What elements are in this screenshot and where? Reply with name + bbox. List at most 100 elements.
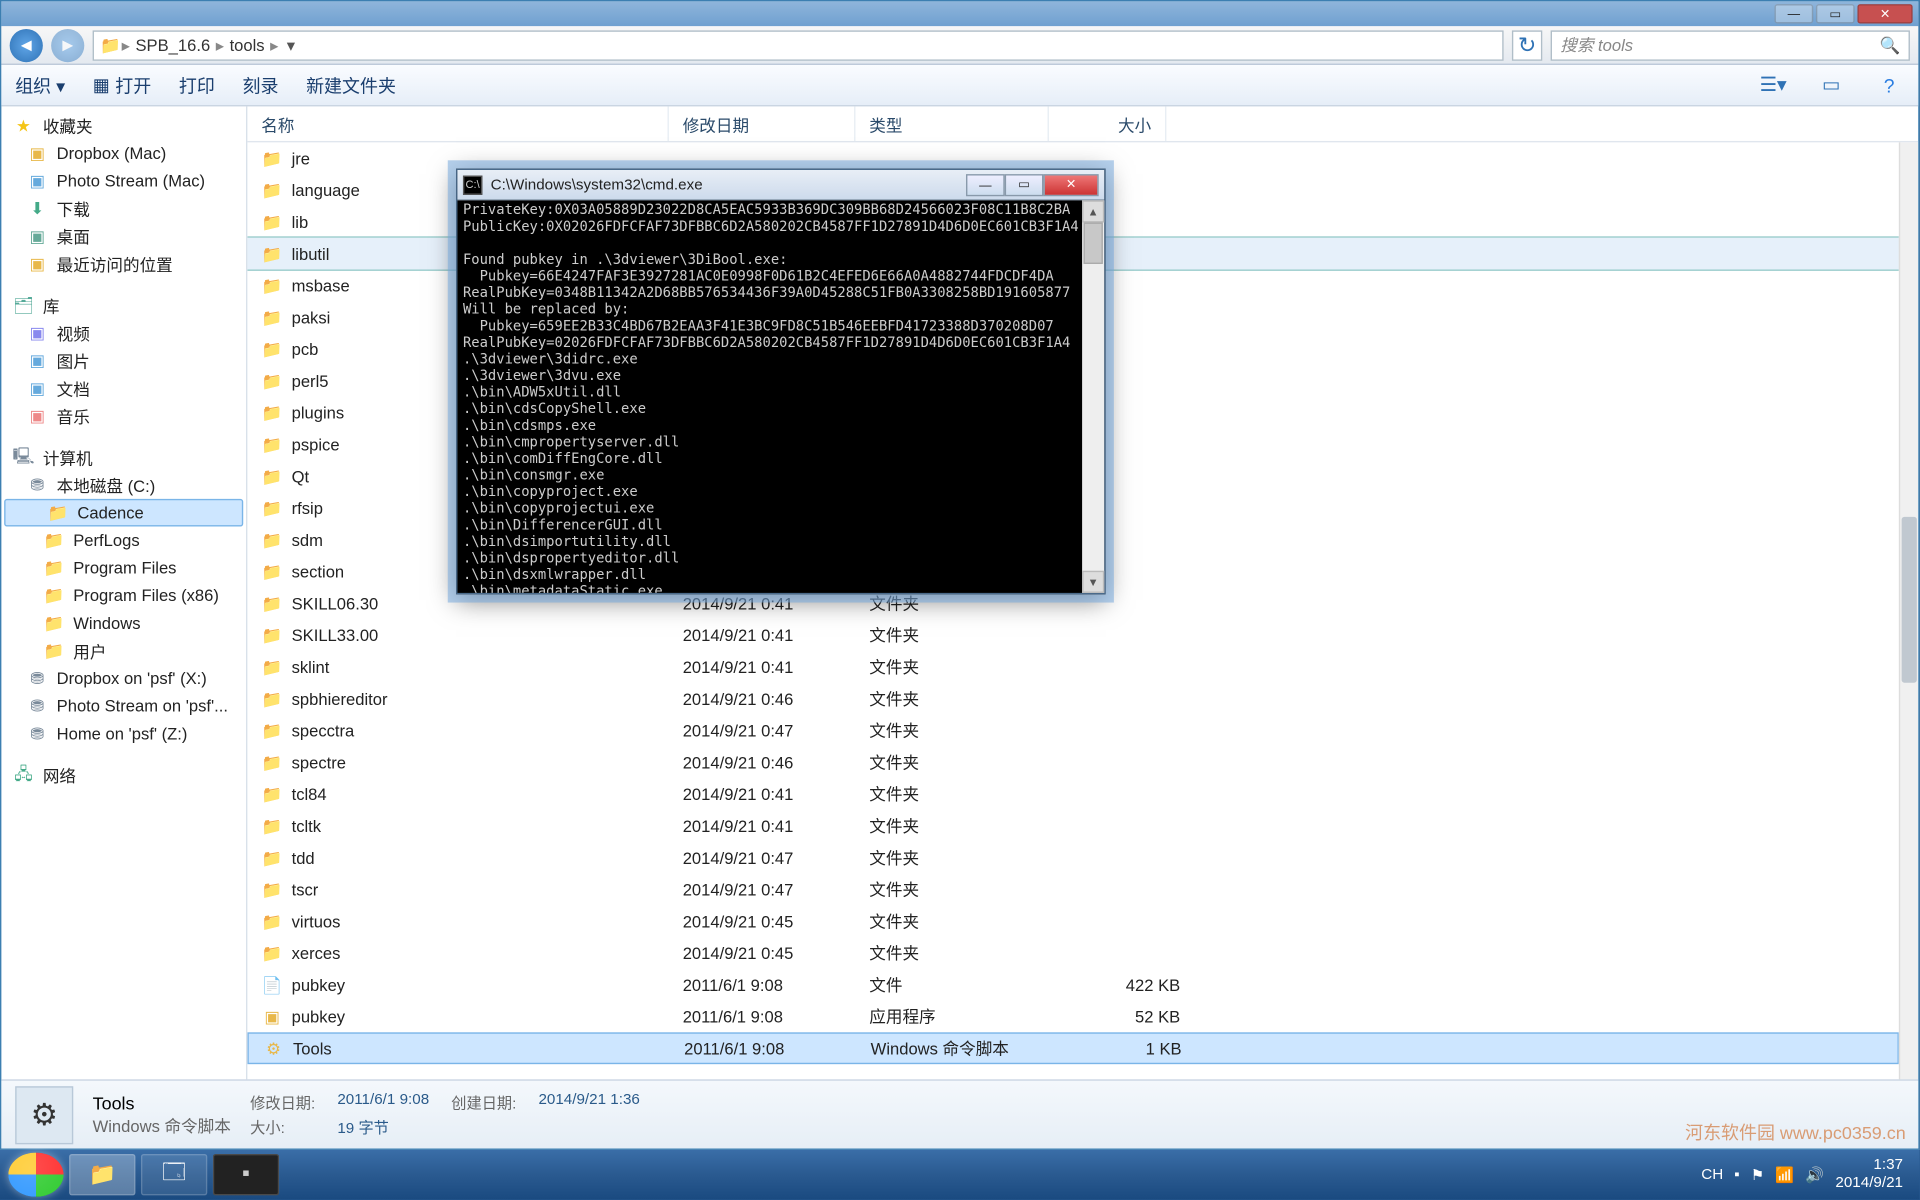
scroll-thumb[interactable]: [1083, 223, 1102, 264]
sidebar-item[interactable]: ▣视频: [1, 319, 246, 347]
file-row[interactable]: 📁spectre2014/9/21 0:46文件夹: [247, 746, 1898, 778]
sidebar-computer[interactable]: 🖳计算机: [1, 444, 246, 472]
print-button[interactable]: 打印: [179, 72, 215, 98]
taskbar-app[interactable]: 🗔: [141, 1154, 207, 1195]
desktop-icon: ▣: [26, 225, 48, 247]
sidebar-item[interactable]: ▣Photo Stream (Mac): [1, 167, 246, 195]
cmd-titlebar[interactable]: C:\ C:\Windows\system32\cmd.exe — ▭ ✕: [457, 170, 1104, 200]
organize-button[interactable]: 组织 ▾: [15, 72, 65, 98]
col-size[interactable]: 大小: [1049, 106, 1166, 141]
file-size: 422 KB: [1063, 975, 1180, 994]
tray-clock[interactable]: 1:372014/9/21: [1835, 1157, 1903, 1193]
tray-network-icon[interactable]: 📶: [1775, 1166, 1794, 1184]
file-row[interactable]: 📁spbhiereditor2014/9/21 0:46文件夹: [247, 683, 1898, 715]
file-row[interactable]: ⚙Tools2011/6/1 9:08Windows 命令脚本1 KB: [247, 1032, 1898, 1064]
sidebar-item[interactable]: 📁Program Files (x86): [1, 582, 246, 610]
cmd-scrollbar[interactable]: ▲ ▼: [1082, 200, 1104, 592]
maximize-button[interactable]: ▭: [1816, 4, 1855, 23]
tray-volume-icon[interactable]: 🔊: [1805, 1166, 1824, 1184]
file-icon: 📁: [261, 942, 283, 964]
scrollbar[interactable]: [1899, 142, 1918, 1079]
sidebar-item[interactable]: ⛃Dropbox on 'psf' (X:): [1, 665, 246, 693]
scroll-thumb[interactable]: [1902, 517, 1917, 683]
file-row[interactable]: 📁sklint2014/9/21 0:41文件夹: [247, 651, 1898, 683]
file-icon: 📁: [261, 401, 283, 423]
sidebar-item[interactable]: 📁用户: [1, 637, 246, 665]
col-name[interactable]: 名称: [247, 106, 669, 141]
sidebar-favorites[interactable]: ★收藏夹: [1, 112, 246, 140]
file-date: 2011/6/1 9:08: [683, 975, 870, 994]
preview-pane-button[interactable]: ▭: [1816, 70, 1846, 100]
sidebar-item[interactable]: ▣文档: [1, 375, 246, 403]
tray-action-center-icon[interactable]: ⚑: [1751, 1166, 1765, 1184]
scroll-down-icon[interactable]: ▼: [1082, 571, 1104, 593]
toolbar: 组织 ▾ ▦打开 打印 刻录 新建文件夹 ☰▾ ▭ ?: [1, 65, 1918, 106]
cmd-close-button[interactable]: ✕: [1043, 173, 1098, 195]
scroll-up-icon[interactable]: ▲: [1082, 200, 1104, 222]
back-button[interactable]: ◄: [10, 28, 43, 61]
new-folder-button[interactable]: 新建文件夹: [306, 72, 396, 98]
sidebar-item-drive-c[interactable]: ⛃本地磁盘 (C:): [1, 471, 246, 499]
file-date: 2014/9/21 0:46: [683, 752, 870, 771]
file-icon: 📁: [261, 433, 283, 455]
tray-flag-icon[interactable]: ▪: [1734, 1166, 1739, 1183]
sidebar-item[interactable]: ⛃Home on 'psf' (Z:): [1, 720, 246, 748]
taskbar-cmd[interactable]: ▪: [213, 1154, 279, 1195]
sidebar-libraries[interactable]: 🗂库: [1, 292, 246, 320]
file-row[interactable]: 📁tcl842014/9/21 0:41文件夹: [247, 778, 1898, 810]
help-button[interactable]: ?: [1874, 70, 1904, 100]
network-icon: 🖧: [12, 764, 34, 786]
taskbar-explorer[interactable]: 📁: [69, 1154, 135, 1195]
file-row[interactable]: 📁tcltk2014/9/21 0:41文件夹: [247, 810, 1898, 842]
file-icon: 📁: [261, 783, 283, 805]
file-icon: 📁: [261, 370, 283, 392]
col-date[interactable]: 修改日期: [669, 106, 856, 141]
sidebar-item[interactable]: ▣最近访问的位置: [1, 250, 246, 278]
tray-ime[interactable]: CH: [1701, 1166, 1723, 1183]
sidebar-item[interactable]: ▣图片: [1, 347, 246, 375]
file-row[interactable]: 📁xerces2014/9/21 0:45文件夹: [247, 937, 1898, 969]
file-name: tcltk: [292, 816, 321, 835]
file-row[interactable]: 📁tscr2014/9/21 0:47文件夹: [247, 873, 1898, 905]
cmd-maximize-button[interactable]: ▭: [1005, 173, 1044, 195]
file-icon: 📁: [261, 815, 283, 837]
close-button[interactable]: ✕: [1857, 4, 1912, 23]
sidebar-item[interactable]: 📁Windows: [1, 609, 246, 637]
forward-button[interactable]: ►: [51, 28, 84, 61]
system-tray: CH ▪ ⚑ 📶 🔊 1:372014/9/21: [1701, 1157, 1911, 1193]
file-row[interactable]: 📁virtuos2014/9/21 0:45文件夹: [247, 905, 1898, 937]
sidebar-item[interactable]: ⬇下载: [1, 195, 246, 223]
view-mode-button[interactable]: ☰▾: [1758, 70, 1788, 100]
folder-icon: 📁: [43, 640, 65, 662]
file-date: 2011/6/1 9:08: [683, 1007, 870, 1026]
start-button[interactable]: [8, 1153, 63, 1197]
file-row[interactable]: 📁SKILL33.002014/9/21 0:41文件夹: [247, 619, 1898, 651]
sidebar-item[interactable]: ▣桌面: [1, 223, 246, 251]
sidebar-item[interactable]: ▣音乐: [1, 402, 246, 430]
sidebar-item[interactable]: 📁PerfLogs: [1, 527, 246, 555]
file-name: Qt: [292, 466, 310, 485]
address-bar[interactable]: 📁 ▸ SPB_16.6 ▸ tools ▸ ▾: [93, 30, 1504, 60]
file-row[interactable]: ▣pubkey2011/6/1 9:08应用程序52 KB: [247, 1001, 1898, 1033]
file-row[interactable]: 📁tdd2014/9/21 0:47文件夹: [247, 842, 1898, 874]
burn-button[interactable]: 刻录: [242, 72, 278, 98]
col-type[interactable]: 类型: [855, 106, 1048, 141]
cmd-minimize-button[interactable]: —: [966, 173, 1005, 195]
minimize-button[interactable]: —: [1774, 4, 1813, 23]
address-dropdown[interactable]: ▾: [278, 35, 303, 54]
refresh-button[interactable]: ↻: [1512, 30, 1542, 60]
sidebar-network[interactable]: 🖧网络: [1, 761, 246, 789]
titlebar: — ▭ ✕: [1, 1, 1918, 26]
file-row[interactable]: 📄pubkey2011/6/1 9:08文件422 KB: [247, 969, 1898, 1001]
file-name: pspice: [292, 435, 340, 454]
sidebar-item[interactable]: 📁Program Files: [1, 554, 246, 582]
file-date: 2011/6/1 9:08: [684, 1039, 871, 1058]
file-row[interactable]: 📁specctra2014/9/21 0:47文件夹: [247, 714, 1898, 746]
sidebar-item[interactable]: ⛃Photo Stream on 'psf'...: [1, 692, 246, 720]
open-button[interactable]: ▦打开: [93, 72, 151, 98]
breadcrumb-tools[interactable]: tools: [224, 35, 270, 54]
sidebar-item[interactable]: ▣Dropbox (Mac): [1, 140, 246, 168]
breadcrumb-spb[interactable]: SPB_16.6: [130, 35, 216, 54]
search-input[interactable]: 搜索 tools 🔍: [1551, 30, 1910, 60]
sidebar-item-cadence[interactable]: 📁Cadence: [4, 499, 243, 527]
